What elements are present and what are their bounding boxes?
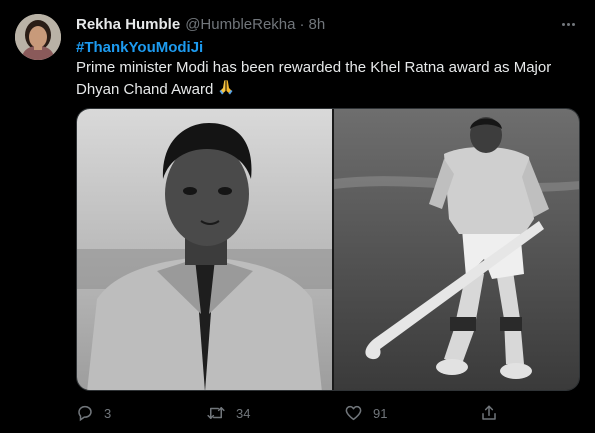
reply-count: 3: [104, 405, 112, 421]
hashtag-link[interactable]: #ThankYouModiJi: [76, 38, 581, 58]
tweet-body: #ThankYouModiJi Prime minister Modi has …: [76, 38, 581, 102]
reply-button[interactable]: 3: [76, 402, 111, 424]
folded-hands-emoji: [217, 78, 235, 102]
tweet-timestamp[interactable]: 8h: [308, 16, 325, 33]
share-icon: [480, 404, 498, 422]
share-button[interactable]: [480, 402, 498, 424]
author-handle[interactable]: @HumbleRekha: [185, 16, 295, 33]
tweet-card[interactable]: Rekha Humble @HumbleRekha · 8h #ThankYou…: [0, 0, 595, 433]
retweet-count: 34: [236, 405, 251, 421]
like-count: 91: [373, 405, 388, 421]
tweet-actions: 3 34 91: [76, 402, 556, 424]
retweet-button[interactable]: 34: [206, 402, 250, 424]
tweet-text: Prime minister Modi has been rewarded th…: [76, 59, 552, 98]
tweet-media[interactable]: [76, 108, 580, 391]
reply-icon: [76, 404, 94, 422]
tweet-header: Rekha Humble @HumbleRekha · 8h: [76, 14, 325, 34]
avatar[interactable]: [15, 14, 61, 60]
separator-dot: ·: [299, 15, 305, 33]
tweet-text-wrap: Prime minister Modi has been rewarded th…: [76, 58, 581, 102]
author-display-name[interactable]: Rekha Humble: [76, 16, 180, 33]
like-button[interactable]: 91: [344, 402, 387, 424]
hockey-player-photo[interactable]: [334, 109, 579, 390]
portrait-photo[interactable]: [77, 109, 332, 390]
heart-icon: [344, 404, 363, 422]
more-dots-icon[interactable]: [557, 14, 579, 34]
retweet-icon: [206, 404, 226, 422]
